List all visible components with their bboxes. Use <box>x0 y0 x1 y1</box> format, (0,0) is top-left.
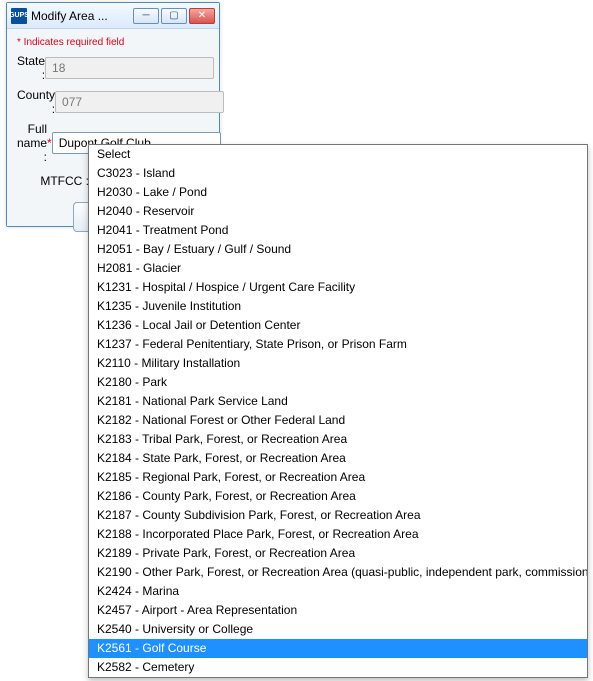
mtfcc-option[interactable]: K2183 - Tribal Park, Forest, or Recreati… <box>89 430 587 449</box>
required-star: * <box>47 136 52 150</box>
mtfcc-option[interactable]: K2561 - Golf Course <box>89 639 587 658</box>
mtfcc-option[interactable]: C3023 - Island <box>89 164 587 183</box>
mtfcc-option[interactable]: K1231 - Hospital / Hospice / Urgent Care… <box>89 278 587 297</box>
maximize-icon: ▢ <box>169 10 178 21</box>
mtfcc-option[interactable]: K2424 - Marina <box>89 582 587 601</box>
mtfcc-option[interactable]: K2186 - County Park, Forest, or Recreati… <box>89 487 587 506</box>
titlebar[interactable]: GUPS Modify Area ... ─ ▢ ✕ <box>7 3 219 29</box>
mtfcc-option[interactable]: K2182 - National Forest or Other Federal… <box>89 411 587 430</box>
close-icon: ✕ <box>198 10 206 21</box>
mtfcc-option[interactable]: H2030 - Lake / Pond <box>89 183 587 202</box>
maximize-button[interactable]: ▢ <box>161 8 187 24</box>
mtfcc-option[interactable]: K1236 - Local Jail or Detention Center <box>89 316 587 335</box>
county-label: County : <box>17 88 55 116</box>
mtfcc-option[interactable]: H2041 - Treatment Pond <box>89 221 587 240</box>
mtfcc-option[interactable]: K2540 - University or College <box>89 620 587 639</box>
minimize-button[interactable]: ─ <box>133 8 159 24</box>
mtfcc-option[interactable]: K2185 - Regional Park, Forest, or Recrea… <box>89 468 587 487</box>
mtfcc-dropdown-list[interactable]: SelectC3023 - IslandH2030 - Lake / PondH… <box>88 144 588 678</box>
mtfcc-option[interactable]: K2187 - County Subdivision Park, Forest,… <box>89 506 587 525</box>
fullname-label: Full name : <box>17 122 47 164</box>
mtfcc-option[interactable]: Select <box>89 145 587 164</box>
mtfcc-option[interactable]: K2457 - Airport - Area Representation <box>89 601 587 620</box>
window-title: Modify Area ... <box>31 9 133 23</box>
mtfcc-option[interactable]: K1237 - Federal Penitentiary, State Pris… <box>89 335 587 354</box>
mtfcc-option[interactable]: H2040 - Reservoir <box>89 202 587 221</box>
mtfcc-option[interactable]: K2188 - Incorporated Place Park, Forest,… <box>89 525 587 544</box>
mtfcc-option[interactable]: K2582 - Cemetery <box>89 658 587 677</box>
mtfcc-option[interactable]: K2189 - Private Park, Forest, or Recreat… <box>89 544 587 563</box>
mtfcc-option[interactable]: K2180 - Park <box>89 373 587 392</box>
mtfcc-label: MTFCC : <box>17 174 89 188</box>
minimize-icon: ─ <box>142 10 149 21</box>
state-input <box>45 57 214 79</box>
close-button[interactable]: ✕ <box>189 8 215 24</box>
mtfcc-option[interactable]: H2051 - Bay / Estuary / Gulf / Sound <box>89 240 587 259</box>
state-label: State : <box>17 54 45 82</box>
required-field-note: * Indicates required field <box>17 37 209 48</box>
mtfcc-option[interactable]: H2081 - Glacier <box>89 259 587 278</box>
county-input <box>55 91 224 113</box>
mtfcc-option[interactable]: K2181 - National Park Service Land <box>89 392 587 411</box>
mtfcc-option[interactable]: K1235 - Juvenile Institution <box>89 297 587 316</box>
mtfcc-option[interactable]: K2190 - Other Park, Forest, or Recreatio… <box>89 563 587 582</box>
app-icon: GUPS <box>11 8 27 24</box>
mtfcc-option[interactable]: K2184 - State Park, Forest, or Recreatio… <box>89 449 587 468</box>
mtfcc-option[interactable]: K2110 - Military Installation <box>89 354 587 373</box>
